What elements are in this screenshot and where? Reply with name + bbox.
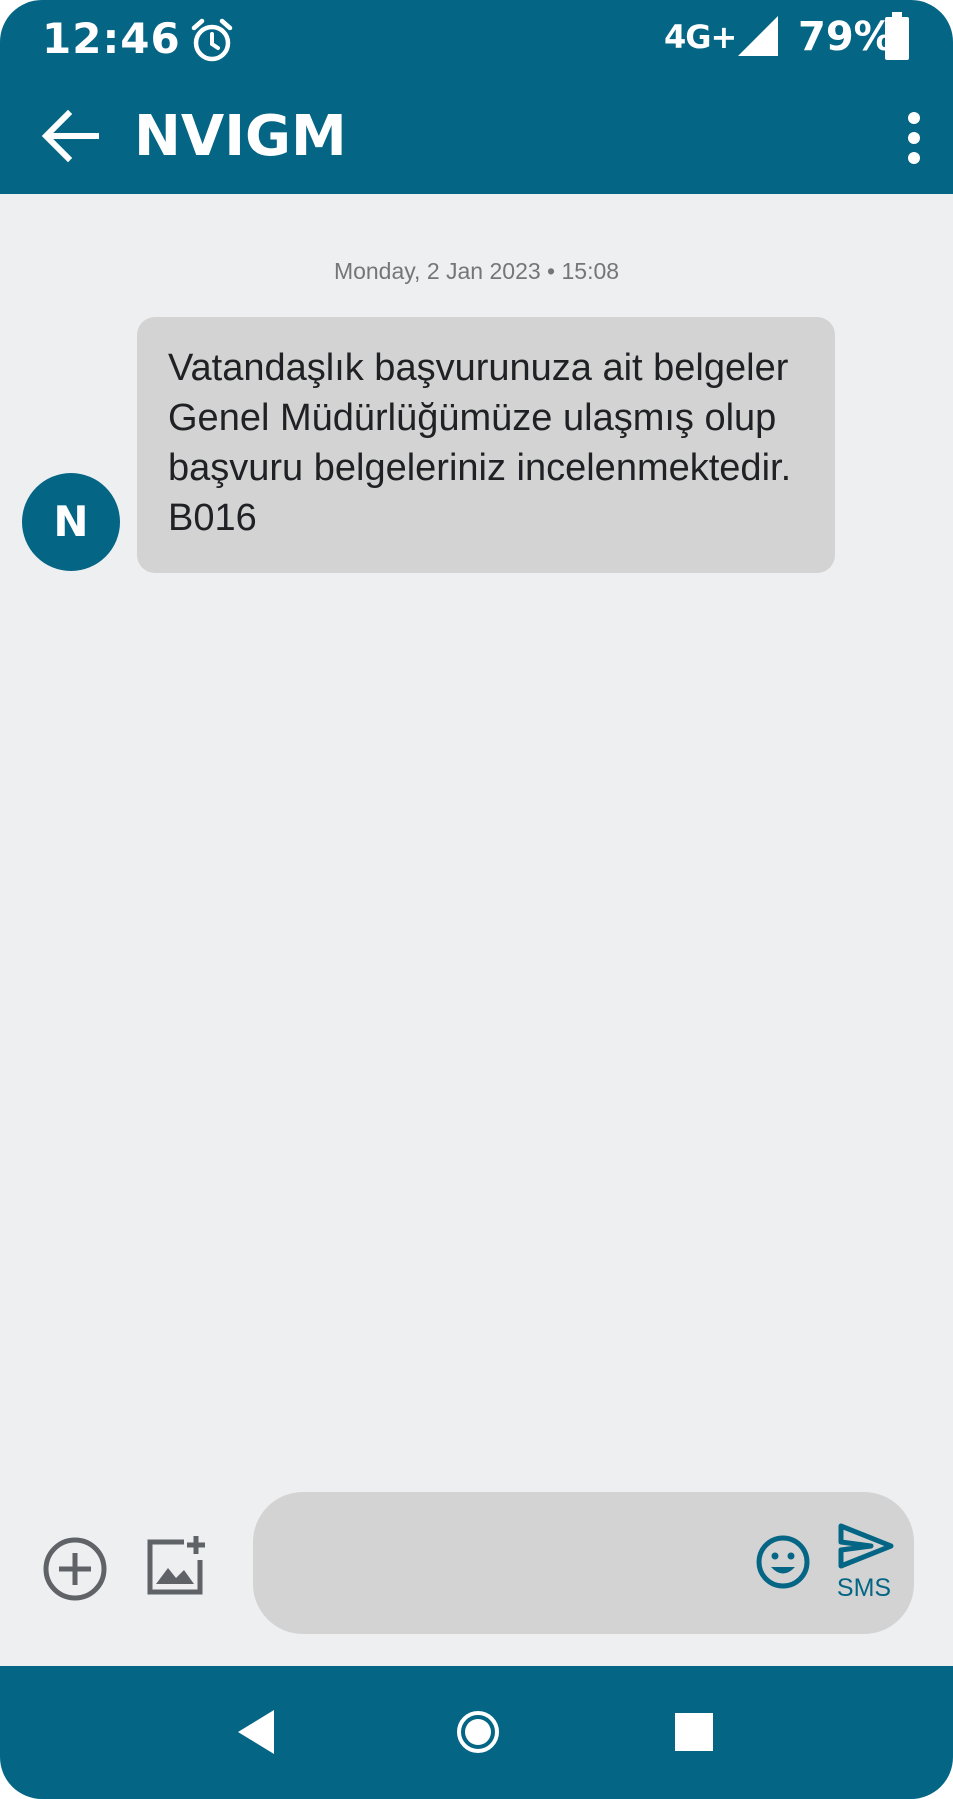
message-text: Vatandaşlık başvurunuza ait belgeler Gen… <box>168 347 792 539</box>
send-button[interactable]: SMS <box>827 1522 901 1612</box>
message-date: Monday, 2 Jan 2023 • 15:08 <box>333 258 620 284</box>
back-arrow-icon[interactable] <box>38 104 102 168</box>
message-bubble[interactable]: Vatandaşlık başvurunuza ait belgeler Gen… <box>137 317 835 573</box>
battery-icon <box>885 12 909 60</box>
alarm-icon <box>191 18 233 62</box>
message-input[interactable] <box>283 1528 747 1600</box>
conversation-title: NVIGM <box>134 104 347 169</box>
app-header: 12:46 4G+ 79% NVIGM <box>0 0 953 194</box>
network-type: 4G+ <box>664 18 737 56</box>
emoji-icon[interactable] <box>755 1534 811 1590</box>
battery-percent: 79% <box>798 14 894 60</box>
signal-icon <box>738 16 778 56</box>
status-time: 12:46 <box>42 14 181 63</box>
add-circle-icon[interactable] <box>42 1536 108 1602</box>
avatar[interactable]: N <box>22 473 120 571</box>
compose-box: SMS <box>253 1492 914 1634</box>
nav-back-icon[interactable] <box>236 1708 276 1756</box>
add-image-icon[interactable] <box>144 1532 210 1598</box>
phone-screen: 12:46 4G+ 79% NVIGM Monday, 2 Jan 2023 •… <box>0 0 953 1799</box>
more-vert-icon[interactable] <box>896 110 932 166</box>
send-label: SMS <box>836 1574 892 1602</box>
system-nav-bar <box>0 1666 953 1799</box>
send-icon <box>838 1523 894 1569</box>
nav-recents-icon[interactable] <box>674 1712 714 1752</box>
nav-home-icon[interactable] <box>456 1710 500 1754</box>
